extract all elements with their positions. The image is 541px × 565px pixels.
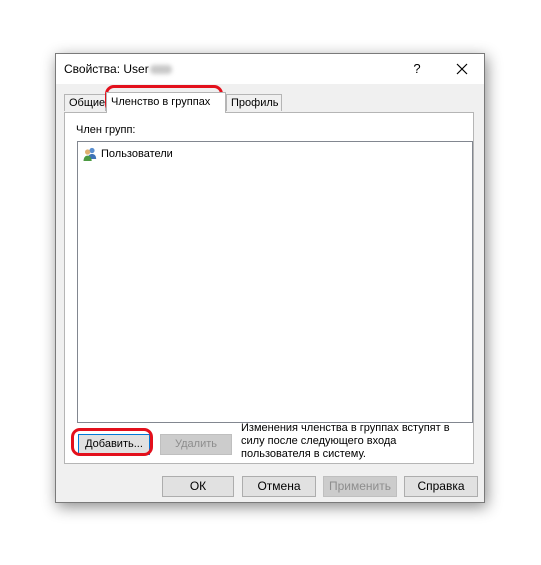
add-button[interactable]: Добавить... bbox=[78, 434, 150, 455]
groups-list[interactable]: Пользователи bbox=[77, 141, 473, 423]
apply-button[interactable]: Применить bbox=[323, 476, 397, 497]
window-title: Свойства: User bbox=[64, 62, 172, 76]
title-bar[interactable]: Свойства: User ? bbox=[56, 54, 484, 84]
tab-profile[interactable]: Профиль bbox=[226, 94, 282, 111]
tab-general[interactable]: Общие bbox=[64, 94, 106, 111]
member-of-label: Член групп: bbox=[76, 124, 136, 136]
help-title-button[interactable]: ? bbox=[410, 61, 424, 77]
users-group-icon bbox=[83, 147, 97, 161]
tab-group-membership[interactable]: Членство в группах bbox=[106, 92, 226, 113]
membership-panel: Член групп: Пользователи Добавить... Уда… bbox=[64, 112, 474, 464]
membership-info-text: Изменения членства в группах вступят в с… bbox=[241, 422, 450, 460]
blurred-username bbox=[149, 65, 172, 75]
properties-dialog: Свойства: User ? Общие Членство в группа… bbox=[55, 53, 485, 503]
ok-button[interactable]: ОК bbox=[162, 476, 234, 497]
help-button[interactable]: Справка bbox=[404, 476, 478, 497]
remove-button[interactable]: Удалить bbox=[160, 434, 232, 455]
close-icon bbox=[456, 63, 468, 75]
group-name: Пользователи bbox=[101, 148, 173, 160]
list-item[interactable]: Пользователи bbox=[82, 146, 173, 162]
close-button[interactable] bbox=[454, 61, 470, 77]
cancel-button[interactable]: Отмена bbox=[242, 476, 316, 497]
